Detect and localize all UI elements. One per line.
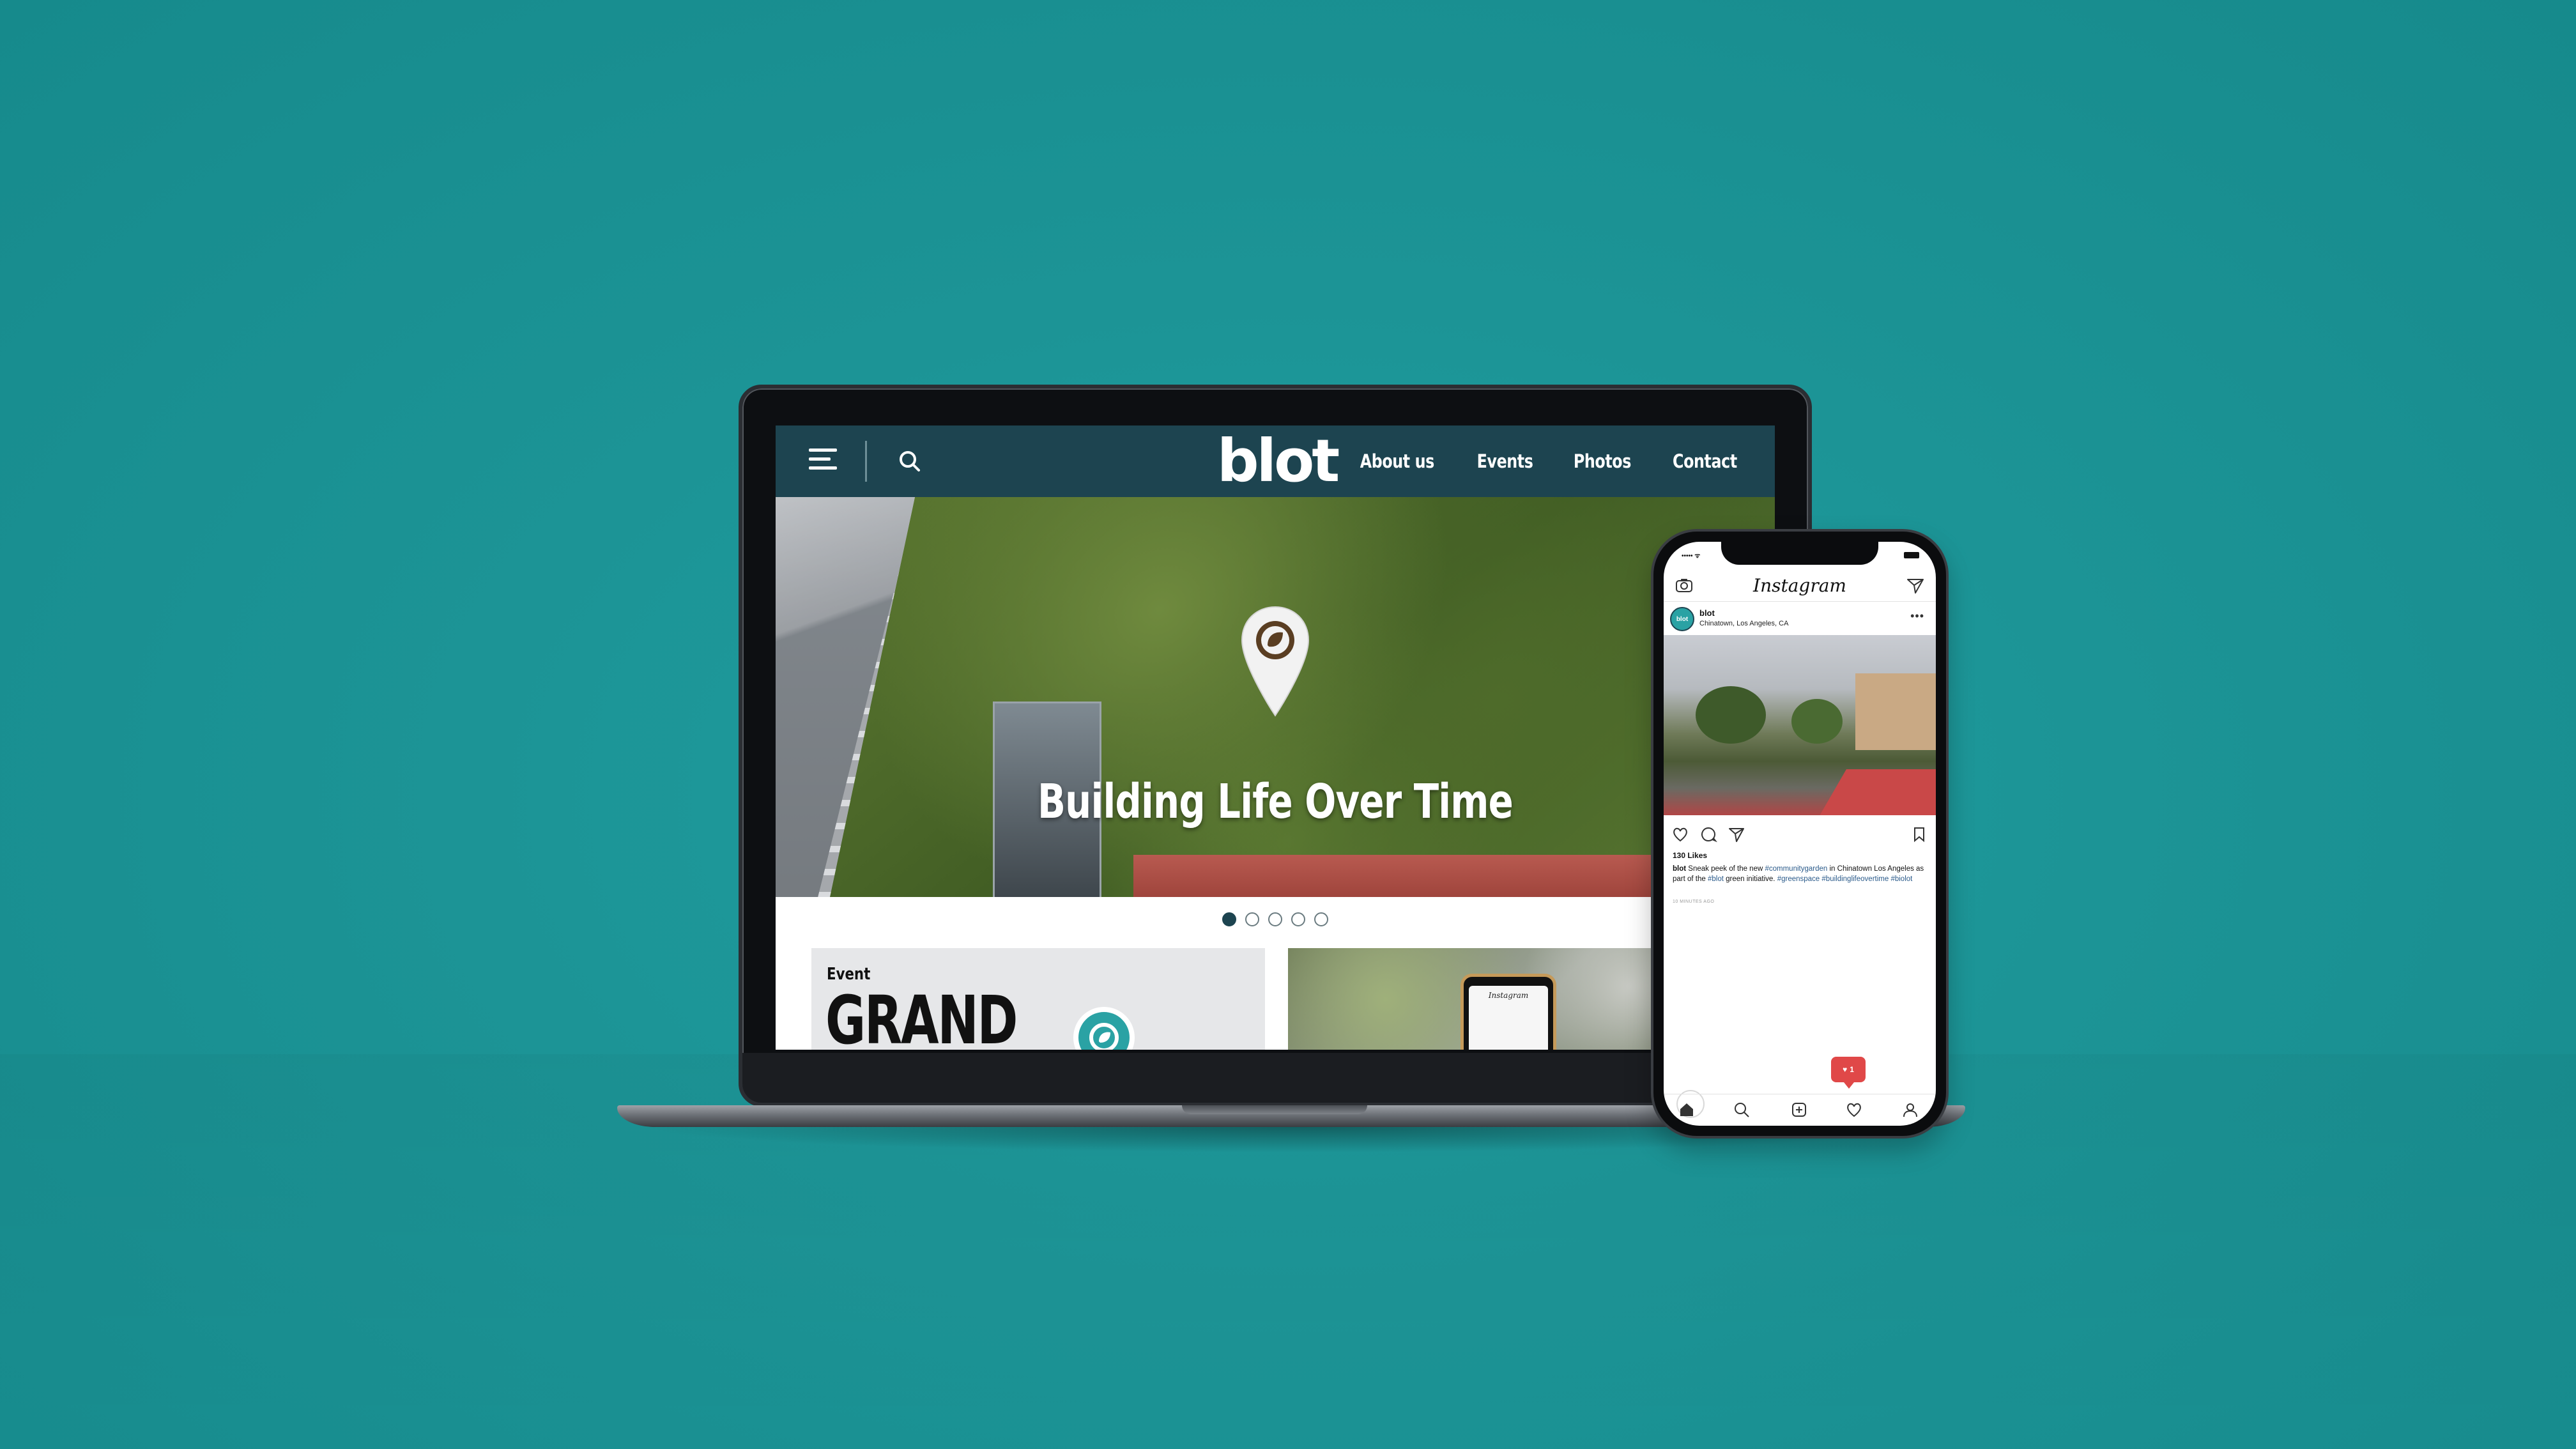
laptop-bottom-bezel — [742, 1053, 1808, 1103]
post-timestamp: 10 MINUTES AGO — [1673, 900, 1715, 904]
event-title: GRAND — [825, 981, 1018, 1050]
phone-signal-indicator: ••••• ᯤ — [1682, 553, 1701, 560]
caption-username[interactable]: blot — [1673, 865, 1686, 873]
post-actions — [1664, 823, 1936, 846]
hashtag-buildinglifeovertime[interactable]: #buildinglifeovertime — [1821, 875, 1889, 883]
instagram-tabbar — [1664, 1094, 1936, 1126]
bookmark-icon[interactable] — [1910, 825, 1928, 843]
instagram-topbar: Instagram — [1664, 570, 1936, 602]
post-photo-building — [1855, 673, 1936, 750]
location-pin-icon — [1239, 604, 1311, 718]
more-options-icon[interactable]: ••• — [1910, 610, 1924, 623]
activity-heart-icon[interactable] — [1845, 1101, 1863, 1119]
post-header: blot blot Chinatown, Los Angeles, CA ••• — [1664, 603, 1936, 634]
post-photo-red-path — [1813, 769, 1936, 815]
post-username[interactable]: blot — [1699, 608, 1715, 618]
post-likes[interactable]: 130 Likes — [1673, 851, 1707, 860]
nav-link-about[interactable]: About us — [1360, 450, 1435, 472]
hashtag-communitygarden[interactable]: #communitygarden — [1765, 865, 1827, 873]
carousel-dot-2[interactable] — [1245, 912, 1259, 926]
share-icon[interactable] — [1728, 825, 1745, 843]
add-post-icon[interactable] — [1790, 1101, 1808, 1119]
nav-link-events[interactable]: Events — [1477, 450, 1533, 472]
site-logo[interactable]: blot — [1216, 431, 1340, 492]
nav-link-photos[interactable]: Photos — [1574, 450, 1632, 472]
photo-card-phone-image: Instagram — [1460, 974, 1556, 1050]
carousel-dot-3[interactable] — [1268, 912, 1282, 926]
carousel-dots — [776, 912, 1775, 926]
leaf-logo-icon — [1073, 1007, 1135, 1050]
notification-count: 1 — [1850, 1065, 1854, 1074]
phone-notch — [1721, 542, 1878, 565]
event-card[interactable]: Event GRAND — [811, 948, 1265, 1050]
hero-banner: Building Life Over Time — [776, 497, 1775, 897]
comment-icon[interactable] — [1699, 825, 1717, 843]
laptop-opening-notch — [1182, 1105, 1367, 1114]
post-photo-tree — [1696, 686, 1766, 744]
post-location[interactable]: Chinatown, Los Angeles, CA — [1699, 620, 1788, 627]
direct-message-icon[interactable] — [1906, 578, 1924, 594]
hamburger-menu-icon[interactable] — [809, 448, 837, 474]
hero-photo-storefront — [1133, 855, 1708, 897]
laptop-screen: blot About us Events Photos Contact Buil… — [776, 425, 1775, 1050]
carousel-dot-5[interactable] — [1314, 912, 1328, 926]
home-icon[interactable] — [1678, 1101, 1696, 1119]
carousel-dot-1[interactable] — [1222, 912, 1236, 926]
post-photo-tree-2 — [1791, 699, 1843, 744]
search-icon[interactable] — [896, 447, 924, 475]
hashtag-biolot[interactable]: #biolot — [1890, 875, 1912, 883]
post-photo[interactable] — [1664, 635, 1936, 815]
caption-text-3: green initiative. — [1726, 875, 1775, 883]
carousel-dot-4[interactable] — [1291, 912, 1305, 926]
instagram-wordmark: Instagram — [1753, 575, 1846, 596]
site-navbar: blot About us Events Photos Contact — [776, 425, 1775, 497]
hero-title: Building Life Over Time — [1037, 774, 1514, 829]
post-caption: blot Sneak peek of the new #communitygar… — [1673, 864, 1928, 884]
photo-card-phone-app-title: Instagram — [1488, 991, 1529, 1000]
profile-icon[interactable] — [1901, 1101, 1919, 1119]
nav-links: About us Events Photos Contact — [1352, 425, 1744, 497]
avatar[interactable]: blot — [1670, 607, 1694, 631]
nav-link-contact[interactable]: Contact — [1673, 450, 1737, 472]
phone-screen: ••••• ᯤ Instagram blot blot Chinatown, L… — [1664, 542, 1936, 1126]
battery-icon — [1904, 552, 1919, 558]
activity-notification-badge[interactable]: ♥ 1 — [1831, 1057, 1866, 1089]
hashtag-greenspace[interactable]: #greenspace — [1777, 875, 1820, 883]
heart-icon: ♥ — [1843, 1065, 1848, 1074]
nav-divider — [865, 441, 867, 482]
caption-text-1: Sneak peek of the new — [1688, 865, 1763, 873]
search-tab-icon[interactable] — [1733, 1101, 1751, 1119]
hashtag-blot[interactable]: #blot — [1708, 875, 1724, 883]
like-heart-icon[interactable] — [1671, 825, 1689, 843]
